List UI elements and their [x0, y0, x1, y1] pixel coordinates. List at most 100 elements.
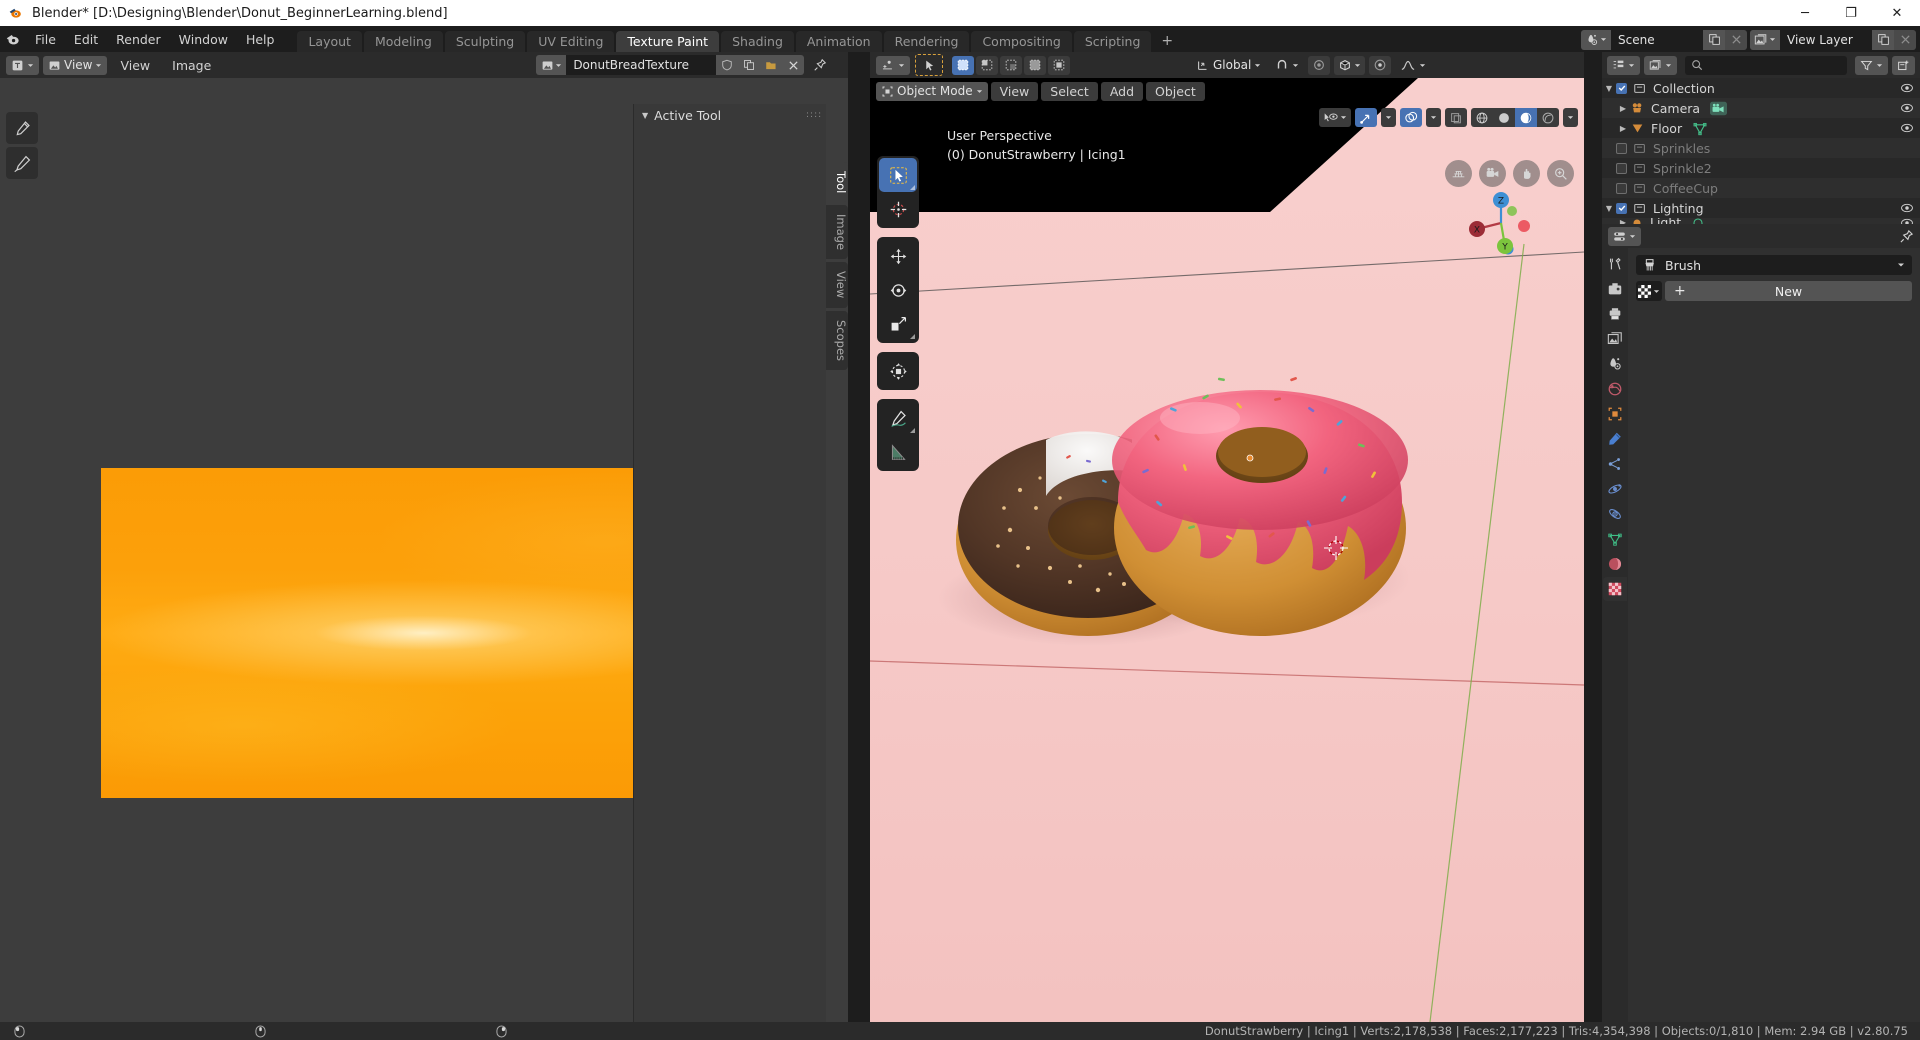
expand-arrow-icon[interactable]: ▶	[1616, 104, 1630, 113]
snap-target-icon[interactable]	[1369, 55, 1392, 75]
object-mode-selector[interactable]: Object Mode	[876, 81, 988, 101]
gizmo-toggle-icon[interactable]	[1355, 108, 1377, 127]
collection-checkbox[interactable]	[1616, 202, 1627, 214]
viewport-menu-add[interactable]: Add	[1100, 81, 1144, 101]
brush-texture-selector[interactable]: Brush	[1636, 255, 1912, 275]
menu-file[interactable]: File	[26, 30, 65, 49]
properties-editor-type-icon[interactable]	[1608, 226, 1641, 246]
remove-view-layer-icon[interactable]	[1894, 29, 1916, 50]
minimize-button[interactable]: ─	[1782, 0, 1828, 26]
sidetab-image[interactable]: Image	[826, 205, 848, 260]
properties-tab-tool[interactable]	[1603, 252, 1627, 276]
menu-render[interactable]: Render	[107, 30, 170, 49]
image-datablock-selector[interactable]: DonutBreadTexture	[536, 55, 805, 75]
visibility-eye-icon[interactable]	[1900, 82, 1914, 94]
properties-tab-physics[interactable]	[1603, 477, 1627, 501]
zoom-view-icon[interactable]	[1547, 160, 1574, 187]
menu-window[interactable]: Window	[170, 30, 237, 49]
menu-help[interactable]: Help	[237, 30, 284, 49]
properties-tab-render[interactable]	[1603, 277, 1627, 301]
collection-checkbox[interactable]	[1616, 162, 1627, 174]
outliner-filter-icon[interactable]	[1855, 55, 1888, 75]
properties-tab-constraints[interactable]	[1603, 502, 1627, 526]
unlink-image-icon[interactable]	[782, 55, 805, 75]
image-browse-icon[interactable]	[536, 55, 567, 75]
new-collection-icon[interactable]	[1892, 55, 1915, 75]
outliner-search-input[interactable]	[1685, 55, 1847, 75]
camera-view-icon[interactable]	[1479, 160, 1506, 187]
measure-tool-button[interactable]	[879, 435, 917, 469]
properties-tab-object-data[interactable]	[1603, 527, 1627, 551]
gizmo-dropdown-icon[interactable]	[1381, 108, 1396, 127]
select-invert-icon[interactable]	[1024, 55, 1046, 75]
viewport-menu-select[interactable]: Select	[1041, 81, 1098, 101]
new-image-icon[interactable]	[738, 55, 761, 75]
outliner-editor-type-icon[interactable]	[1607, 55, 1640, 75]
add-workspace-button[interactable]: +	[1153, 31, 1181, 52]
properties-tab-output[interactable]	[1603, 302, 1627, 326]
object-visibility-icon[interactable]	[1319, 108, 1351, 127]
tab-rendering[interactable]: Rendering	[883, 31, 970, 52]
overlays-toggle-icon[interactable]	[1400, 108, 1422, 127]
properties-tab-object[interactable]	[1603, 402, 1627, 426]
outliner-row-sprinkle2[interactable]: Sprinkle2	[1602, 158, 1920, 178]
new-texture-button[interactable]: + New	[1665, 281, 1912, 301]
select-box-tool-button[interactable]	[879, 158, 917, 192]
active-tool-indicator-icon[interactable]	[915, 54, 943, 76]
viewport-menu-view[interactable]: View	[990, 81, 1039, 101]
overlays-dropdown-icon[interactable]	[1426, 108, 1441, 127]
sample-color-tool-button[interactable]	[6, 112, 38, 144]
properties-tab-modifier[interactable]	[1603, 427, 1627, 451]
properties-tab-texture[interactable]	[1603, 577, 1627, 601]
move-tool-button[interactable]	[879, 239, 917, 273]
visibility-eye-icon[interactable]	[1900, 202, 1914, 214]
scene-browse-icon[interactable]	[1581, 29, 1611, 50]
scale-tool-button[interactable]	[879, 307, 917, 341]
shading-wireframe-button[interactable]	[1471, 108, 1493, 127]
image-editor-canvas-area[interactable]: ▼ Active Tool :::: Tool Image View Scope…	[0, 78, 848, 1040]
properties-tab-material[interactable]	[1603, 552, 1627, 576]
open-image-icon[interactable]	[760, 55, 783, 75]
tab-layout[interactable]: Layout	[297, 31, 362, 52]
tab-scripting[interactable]: Scripting	[1073, 31, 1152, 52]
view-layer-name[interactable]: View Layer	[1780, 29, 1872, 50]
close-button[interactable]: ✕	[1874, 0, 1920, 26]
blender-menu-icon[interactable]	[0, 31, 26, 48]
pin-image-icon[interactable]	[808, 56, 832, 75]
select-set-icon[interactable]	[952, 55, 974, 75]
xray-toggle-icon[interactable]	[1445, 108, 1467, 127]
shading-dropdown-icon[interactable]	[1563, 108, 1578, 127]
maximize-button[interactable]: ❐	[1828, 0, 1874, 26]
view-layer-browse-icon[interactable]	[1750, 29, 1780, 50]
outliner-row-collection[interactable]: ▼ Collection	[1602, 78, 1920, 98]
draw-brush-tool-button[interactable]	[6, 147, 38, 179]
rotate-tool-button[interactable]	[879, 273, 917, 307]
falloff-curve-icon[interactable]	[1395, 56, 1431, 75]
outliner-row-floor[interactable]: ▶ Floor	[1602, 118, 1920, 138]
select-extend-icon[interactable]	[976, 55, 998, 75]
viewport-axis-gizmo[interactable]: X Z Y	[1464, 186, 1538, 260]
outliner-row-sprinkles[interactable]: Sprinkles	[1602, 138, 1920, 158]
outliner-row-coffeecup[interactable]: CoffeeCup	[1602, 178, 1920, 198]
menu-edit[interactable]: Edit	[65, 30, 107, 49]
shading-material-preview-button[interactable]	[1515, 108, 1537, 127]
pan-view-icon[interactable]	[1513, 160, 1540, 187]
scene-name[interactable]: Scene	[1611, 29, 1703, 50]
sidetab-view[interactable]: View	[826, 262, 848, 308]
texture-browse-icon[interactable]	[1636, 281, 1662, 301]
transform-orientation-selector[interactable]: Global	[1191, 56, 1266, 75]
transform-tool-button[interactable]	[879, 354, 917, 388]
visibility-eye-icon[interactable]	[1900, 102, 1914, 114]
cursor-tool-button[interactable]	[879, 192, 917, 226]
select-intersect-icon[interactable]	[1048, 55, 1070, 75]
image-menu-image[interactable]: Image	[163, 56, 220, 75]
properties-tab-view-layer[interactable]	[1603, 327, 1627, 351]
sidetab-tool[interactable]: Tool	[826, 162, 848, 203]
expand-arrow-icon[interactable]: ▶	[1616, 124, 1630, 133]
tab-texture-paint[interactable]: Texture Paint	[616, 31, 720, 52]
tab-uv-editing[interactable]: UV Editing	[527, 31, 615, 52]
tab-sculpting[interactable]: Sculpting	[444, 31, 526, 52]
properties-tab-scene[interactable]	[1603, 352, 1627, 376]
image-name-field[interactable]: DonutBreadTexture	[566, 55, 717, 75]
unlink-scene-icon[interactable]	[1725, 29, 1747, 50]
